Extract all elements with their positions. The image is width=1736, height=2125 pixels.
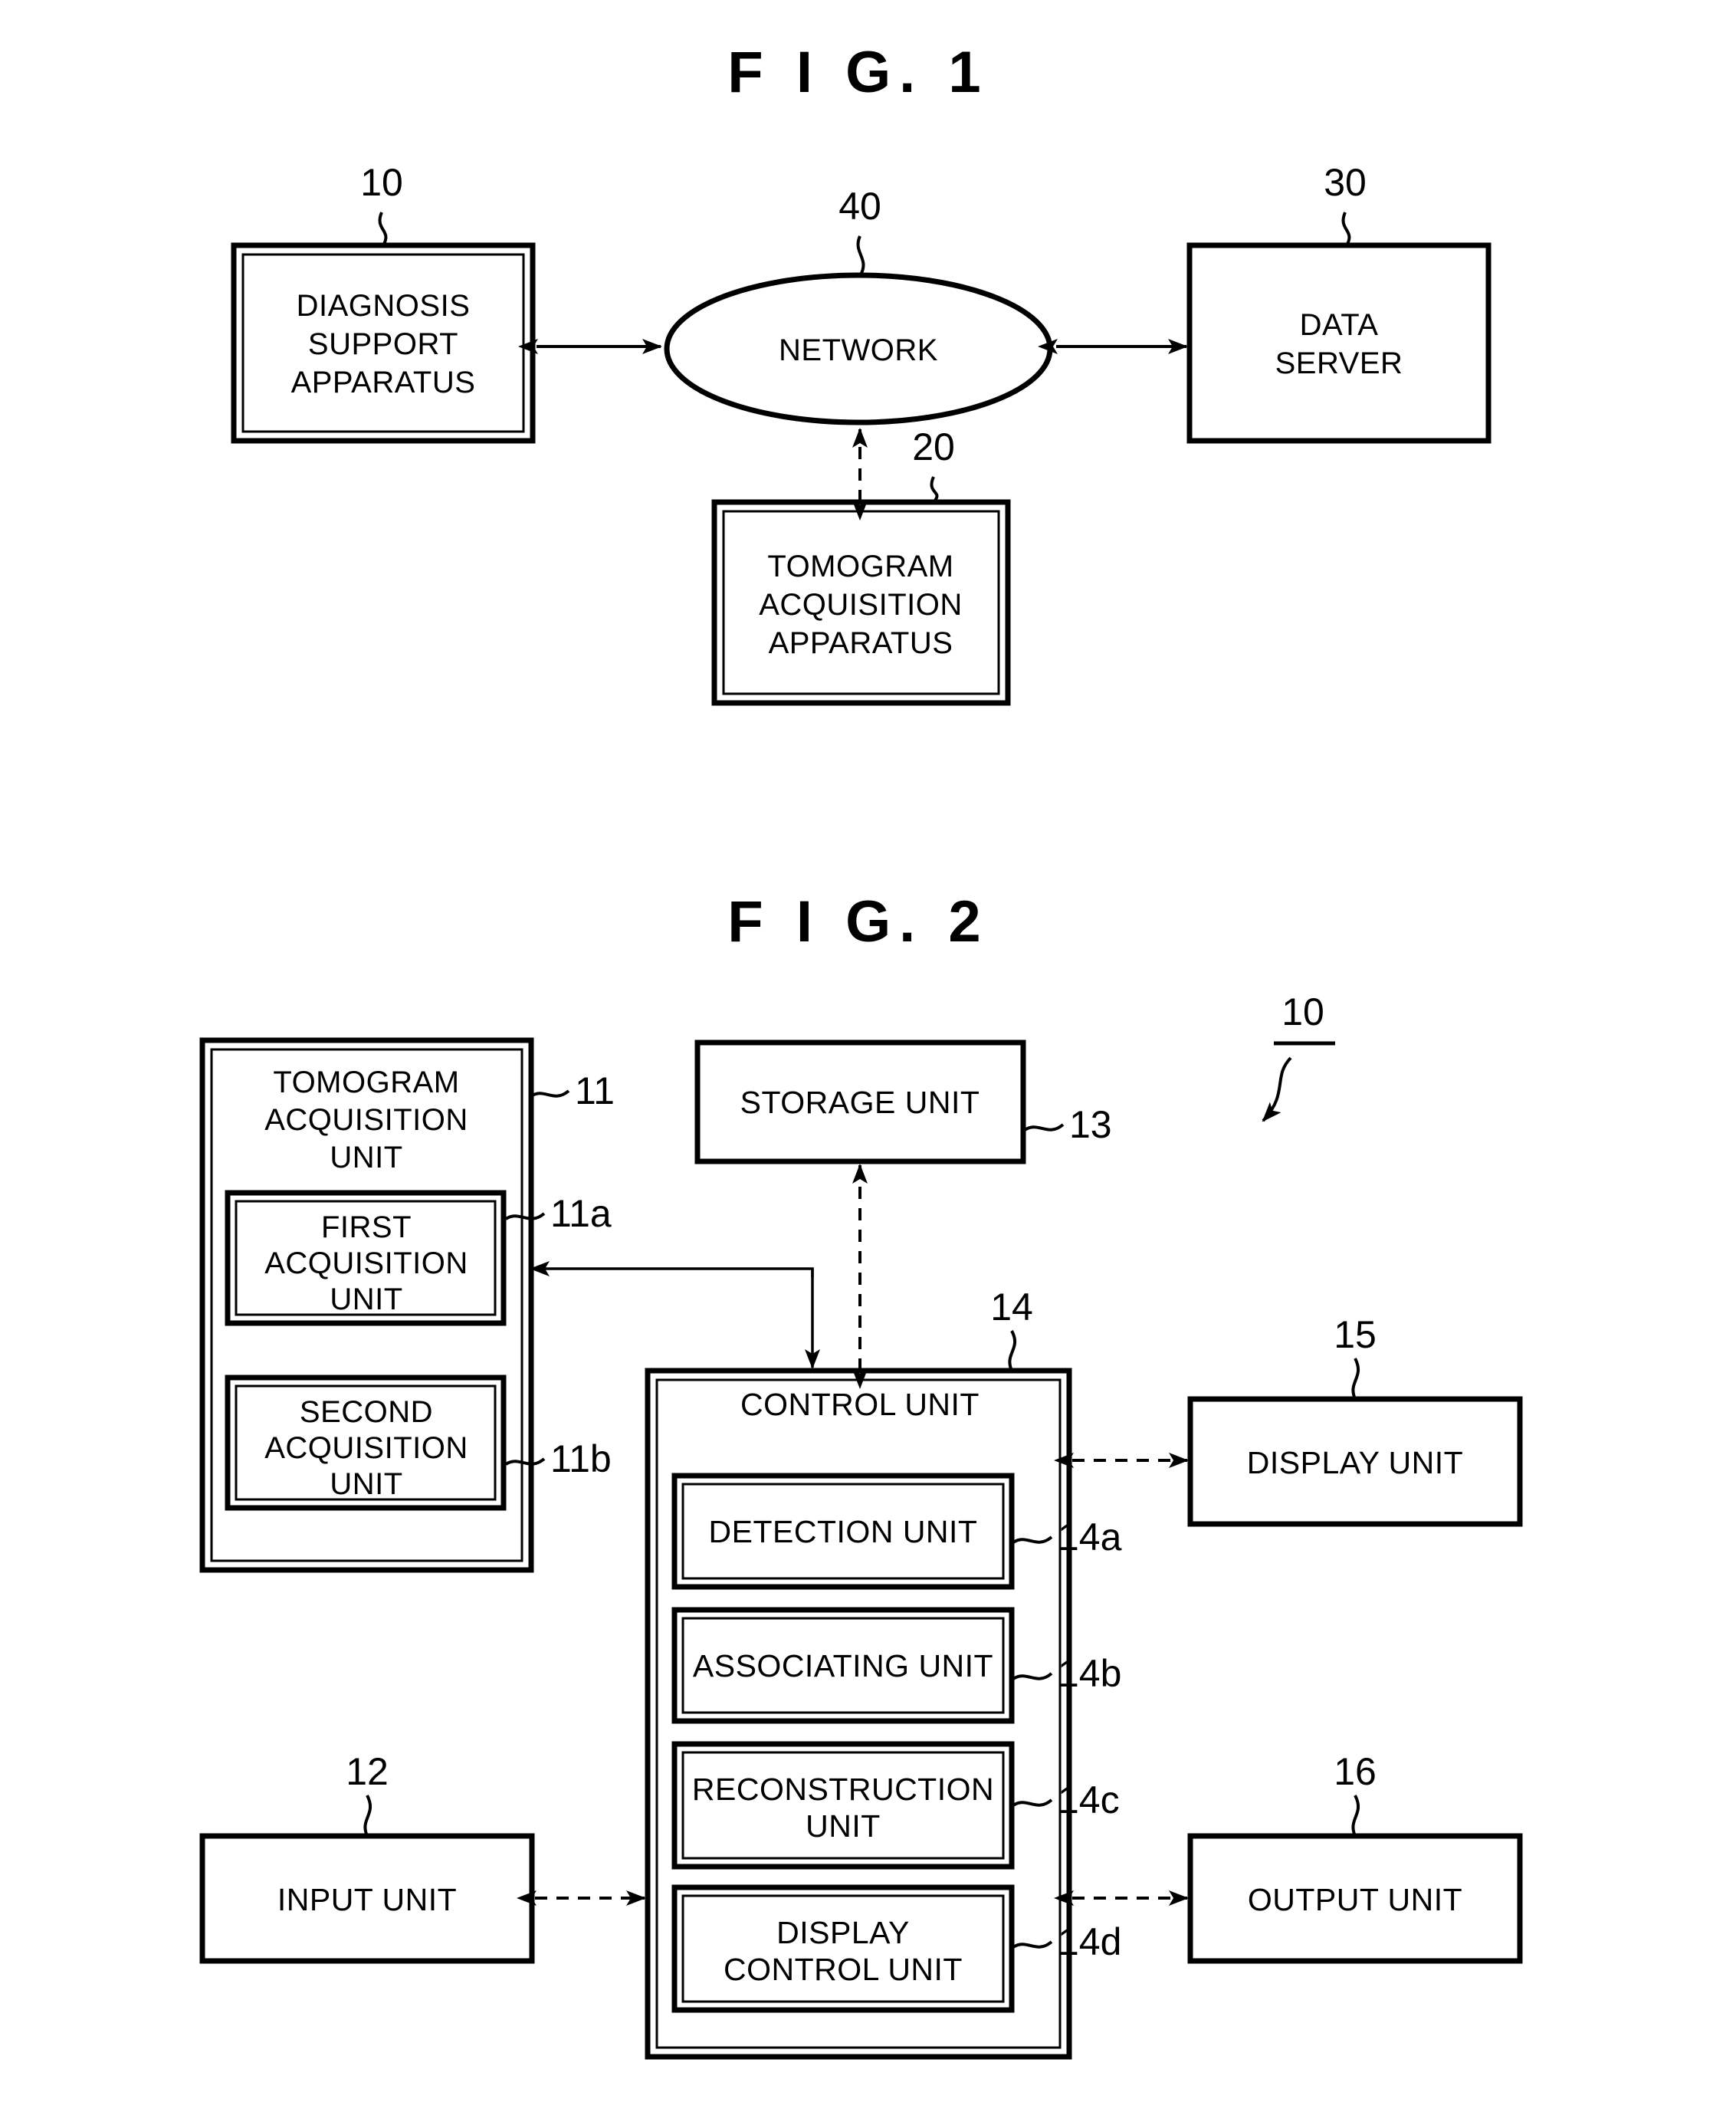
tomogram-acquisition-apparatus-label-line1: TOMOGRAM [767, 550, 953, 583]
figures-canvas: F I G. 1 DIAGNOSIS SUPPORT APPARATUS 10 … [199, 40, 1523, 2060]
data-server-label-line2: SERVER [1275, 347, 1403, 380]
ref-label-10-fig2: 10 [1281, 990, 1324, 1033]
first-acquisition-unit-label-line3: UNIT [330, 1283, 402, 1316]
ref-label-20-fig1: 20 [912, 425, 955, 468]
storage-unit-label: STORAGE UNIT [740, 1085, 980, 1120]
ref-label-16: 16 [1334, 1750, 1377, 1793]
ref-leader-16 [1351, 1795, 1360, 1837]
ref-label-30-fig1: 30 [1324, 161, 1367, 204]
associating-unit-label: ASSOCIATING UNIT [693, 1648, 993, 1683]
first-acquisition-unit-label-line2: ACQUISITION [264, 1246, 468, 1280]
ref-leader-20-fig1 [930, 476, 939, 504]
second-acquisition-unit-label-line2: ACQUISITION [264, 1431, 468, 1465]
ref-label-11: 11 [575, 1069, 615, 1112]
ref-label-14b: 14b [1058, 1652, 1121, 1695]
network-node[interactable]: NETWORK 40 [664, 185, 1053, 425]
patent-figure-sheet: F I G. 1 DIAGNOSIS SUPPORT APPARATUS 10 … [0, 0, 1736, 2125]
second-acquisition-unit-label-line1: SECOND [300, 1395, 433, 1429]
display-control-unit-label-line1: DISPLAY [776, 1915, 910, 1950]
diagnosis-support-apparatus-label-line3: APPARATUS [291, 366, 476, 399]
ref-leader-10-fig1 [378, 212, 388, 247]
network-label: NETWORK [779, 333, 938, 367]
ref-label-14c: 14c [1058, 1778, 1120, 1821]
system-ref-10-marker: 10 [1262, 990, 1335, 1122]
display-unit-node[interactable]: DISPLAY UNIT 15 [1187, 1313, 1523, 1527]
control-unit-node[interactable]: CONTROL UNIT 14 DETECTION UNIT 14a ASSOC… [645, 1286, 1122, 2060]
ref-leader-13 [1023, 1123, 1065, 1131]
display-unit-label: DISPLAY UNIT [1247, 1445, 1463, 1480]
detection-unit-label: DETECTION UNIT [709, 1514, 978, 1549]
second-acquisition-unit-node[interactable]: SECOND ACQUISITION UNIT 11b [225, 1375, 612, 1511]
figure-2-group: F I G. 2 10 TOMOGRAM ACQUISITION UNIT 11… [199, 889, 1523, 2060]
output-unit-label: OUTPUT UNIT [1248, 1882, 1462, 1917]
storage-unit-node[interactable]: STORAGE UNIT 13 [694, 1040, 1112, 1164]
reconstruction-unit-label-line2: UNIT [806, 1808, 881, 1844]
ref-leader-10-fig2 [1262, 1056, 1292, 1122]
ref-leader-15 [1351, 1358, 1360, 1400]
ref-label-12: 12 [346, 1750, 389, 1793]
tomogram-acquisition-unit-label-line3: UNIT [330, 1141, 402, 1174]
second-acquisition-unit-label-line3: UNIT [330, 1467, 402, 1501]
ref-leader-14 [1008, 1330, 1017, 1371]
connector-control-to-first-acquisition [530, 1261, 814, 1277]
ref-label-13: 13 [1069, 1103, 1112, 1146]
tomogram-acquisition-unit-label-line2: ACQUISITION [264, 1103, 468, 1137]
tomogram-acquisition-apparatus-label-line2: ACQUISITION [759, 588, 963, 622]
ref-label-40-fig1: 40 [838, 185, 881, 228]
display-control-unit-label-line2: CONTROL UNIT [724, 1952, 963, 1987]
tomogram-acquisition-apparatus-node[interactable]: TOMOGRAM ACQUISITION APPARATUS 20 [711, 425, 1011, 706]
tomogram-acquisition-apparatus-label-line3: APPARATUS [769, 626, 953, 660]
tomogram-acquisition-unit-label-line1: TOMOGRAM [273, 1066, 459, 1099]
ref-label-14a: 14a [1058, 1516, 1122, 1558]
input-unit-node[interactable]: INPUT UNIT 12 [199, 1750, 535, 1964]
data-server-box [1186, 242, 1492, 444]
input-unit-label: INPUT UNIT [277, 1882, 457, 1917]
diagnosis-support-apparatus-label-line1: DIAGNOSIS [297, 289, 471, 323]
reconstruction-unit-label-line1: RECONSTRUCTION [692, 1772, 994, 1807]
figure-1-title: F I G. 1 [727, 40, 989, 105]
diagnosis-support-apparatus-node[interactable]: DIAGNOSIS SUPPORT APPARATUS 10 [231, 161, 536, 444]
ref-leader-30-fig1 [1341, 212, 1351, 247]
first-acquisition-unit-label-line1: FIRST [321, 1210, 412, 1244]
ref-label-14d: 14d [1058, 1920, 1121, 1963]
ref-label-14: 14 [990, 1286, 1033, 1329]
data-server-node[interactable]: DATA SERVER 30 [1186, 161, 1492, 444]
ref-label-15: 15 [1334, 1313, 1377, 1356]
ref-leader-40-fig1 [856, 235, 865, 278]
control-unit-label: CONTROL UNIT [740, 1387, 980, 1422]
ref-label-11a: 11a [550, 1192, 612, 1235]
output-unit-node[interactable]: OUTPUT UNIT 16 [1187, 1750, 1523, 1964]
ref-label-11b: 11b [550, 1437, 612, 1480]
data-server-label-line1: DATA [1300, 308, 1379, 342]
first-acquisition-unit-node[interactable]: FIRST ACQUISITION UNIT 11a [225, 1190, 612, 1326]
ref-leader-11 [530, 1089, 570, 1098]
diagnosis-support-apparatus-label-line2: SUPPORT [308, 327, 458, 361]
ref-label-10-fig1: 10 [360, 161, 403, 204]
figure-2-title: F I G. 2 [727, 889, 989, 954]
figure-1-group: F I G. 1 DIAGNOSIS SUPPORT APPARATUS 10 … [231, 40, 1492, 706]
ref-leader-12 [363, 1795, 372, 1837]
